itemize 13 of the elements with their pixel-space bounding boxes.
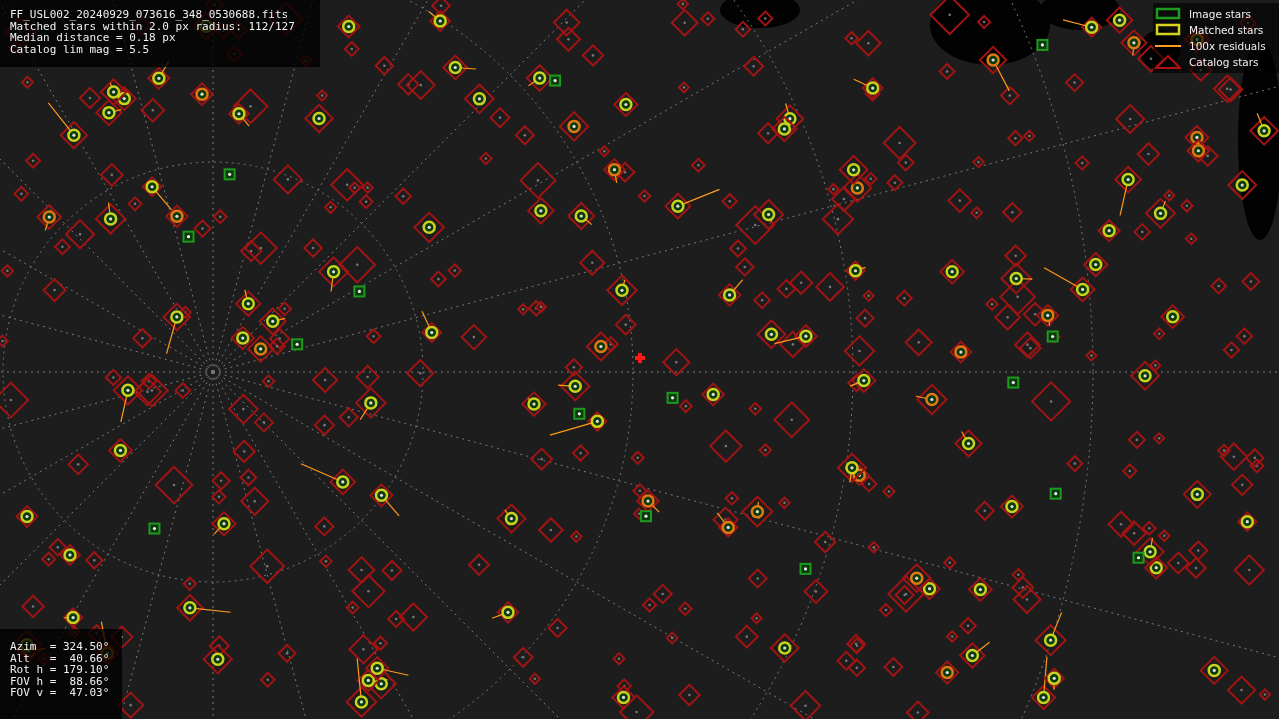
info-text: Catalog lim mag = 5.5 [10, 43, 150, 56]
info-text: FF_USL002_20240929_073616_348_0530688.fits [10, 9, 289, 21]
info-text: Median distance = 0.18 px [10, 32, 176, 44]
info-text: Azim = 324.50° [10, 641, 110, 653]
info-text: FOV h = 88.66° [10, 675, 110, 688]
legend-label: Matched stars [1189, 23, 1264, 37]
info-text: FOV v = 47.03° [10, 687, 110, 699]
info-text: Matched stars within 2.0 px radius: 112/127 [10, 20, 295, 33]
info-text: Alt = 40.66° [10, 652, 110, 665]
legend-label: Catalog stars [1189, 55, 1259, 69]
info-text: Rot h = 179.10° [10, 664, 110, 676]
legend-label: Image stars [1189, 7, 1252, 21]
legend-label: 100x residuals [1189, 39, 1266, 53]
